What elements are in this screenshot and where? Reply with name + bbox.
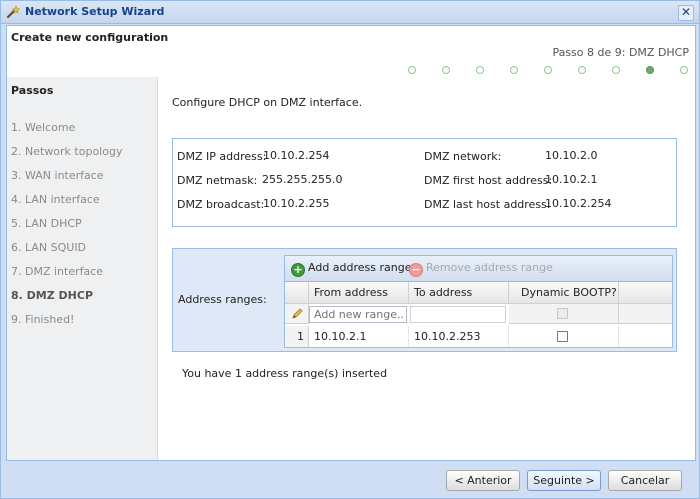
close-icon[interactable]: ✕ (678, 5, 694, 21)
remove-range-label: Remove address range (426, 261, 553, 274)
previous-button[interactable]: < Anterior (446, 470, 520, 491)
grid-toolbar: + Add address range − Remove address range (285, 256, 672, 282)
editor-filler (619, 304, 672, 324)
dmz-first-host-label: DMZ first host address: (424, 174, 553, 187)
progress-dot (578, 66, 586, 74)
progress-dot (510, 66, 518, 74)
row-bootp-checkbox[interactable] (557, 331, 568, 342)
dmz-netmask-value: 255.255.255.0 (262, 173, 343, 186)
row-to-address[interactable]: 10.10.2.253 (409, 326, 509, 347)
col-header-filler (619, 282, 672, 304)
header-title: Create new configuration (11, 31, 169, 44)
window-title: Network Setup Wizard (25, 5, 165, 18)
cancel-button[interactable]: Cancelar (608, 470, 682, 491)
wizard-body: Passos 1. Welcome 2. Network topology 3.… (6, 77, 696, 461)
dmz-broadcast-value: 10.10.2.255 (263, 197, 330, 210)
wizard-header: Create new configuration Passo 8 de 9: D… (6, 25, 696, 79)
step-network-topology: 2. Network topology (11, 145, 123, 158)
new-range-bootp-cell (509, 304, 619, 324)
main-panel: Configure DHCP on DMZ interface. DMZ IP … (158, 77, 695, 460)
next-button[interactable]: Seguinte > (527, 470, 601, 491)
step-indicator: Passo 8 de 9: DMZ DHCP (552, 46, 689, 59)
row-from-address[interactable]: 10.10.2.1 (309, 326, 409, 347)
address-ranges-grid: + Add address range − Remove address range… (284, 255, 673, 348)
step-welcome: 1. Welcome (11, 121, 76, 134)
wizard-window: Network Setup Wizard ✕ Create new config… (0, 0, 700, 499)
row-bootp-cell (509, 326, 619, 347)
col-header-bootp[interactable]: Dynamic BOOTP? (509, 282, 619, 304)
intro-text: Configure DHCP on DMZ interface. (172, 96, 363, 109)
steps-sidebar: Passos 1. Welcome 2. Network topology 3.… (7, 77, 158, 460)
progress-dot (544, 66, 552, 74)
wizard-footer: < Anterior Seguinte > Cancelar (1, 461, 699, 498)
dmz-network-value: 10.10.2.0 (545, 149, 598, 162)
progress-dots (408, 66, 688, 74)
add-icon: + (291, 263, 305, 277)
step-lan-interface: 4. LAN interface (11, 193, 100, 206)
dmz-ip-label: DMZ IP address: (177, 150, 267, 163)
dmz-info-panel: DMZ IP address: 10.10.2.254 DMZ netmask:… (172, 138, 677, 227)
step-wan-interface: 3. WAN interface (11, 169, 104, 182)
sidebar-title: Passos (11, 84, 54, 97)
dmz-last-host-label: DMZ last host address: (424, 198, 551, 211)
row-number-header (285, 282, 309, 304)
step-dmz-dhcp: 8. DMZ DHCP (11, 289, 94, 302)
add-address-range-button[interactable]: + Add address range (291, 260, 412, 277)
title-bar[interactable]: Network Setup Wizard ✕ (1, 1, 699, 24)
new-range-to-input[interactable] (410, 306, 506, 323)
row-number: 1 (285, 326, 309, 347)
dmz-network-label: DMZ network: (424, 150, 502, 163)
dmz-ip-value: 10.10.2.254 (263, 149, 330, 162)
magic-wand-icon (6, 5, 21, 19)
range-count-text: You have 1 address range(s) inserted (182, 367, 388, 380)
address-ranges-panel: Address ranges: + Add address range − Remo… (172, 248, 677, 352)
add-range-label: Add address range (308, 261, 412, 274)
new-range-from-input[interactable] (309, 306, 407, 323)
remove-icon: − (409, 263, 423, 277)
dmz-broadcast-label: DMZ broadcast: (177, 198, 265, 211)
progress-dot (680, 66, 688, 74)
step-lan-squid: 6. LAN SQUID (11, 241, 87, 254)
address-ranges-label: Address ranges: (178, 293, 267, 306)
progress-dot (476, 66, 484, 74)
step-finished: 9. Finished! (11, 313, 75, 326)
dmz-last-host-value: 10.10.2.254 (545, 197, 612, 210)
step-dmz-interface: 7. DMZ interface (11, 265, 104, 278)
editor-row-marker (285, 304, 309, 324)
col-header-to[interactable]: To address (409, 282, 509, 304)
new-range-bootp-checkbox[interactable] (557, 308, 568, 319)
dmz-first-host-value: 10.10.2.1 (545, 173, 598, 186)
progress-dot (442, 66, 450, 74)
pencil-icon (290, 307, 304, 321)
step-lan-dhcp: 5. LAN DHCP (11, 217, 82, 230)
progress-dot (612, 66, 620, 74)
col-header-from[interactable]: From address (309, 282, 409, 304)
progress-dot (408, 66, 416, 74)
progress-dot (646, 66, 654, 74)
remove-address-range-button[interactable]: − Remove address range (409, 260, 553, 277)
dmz-netmask-label: DMZ netmask: (177, 174, 258, 187)
